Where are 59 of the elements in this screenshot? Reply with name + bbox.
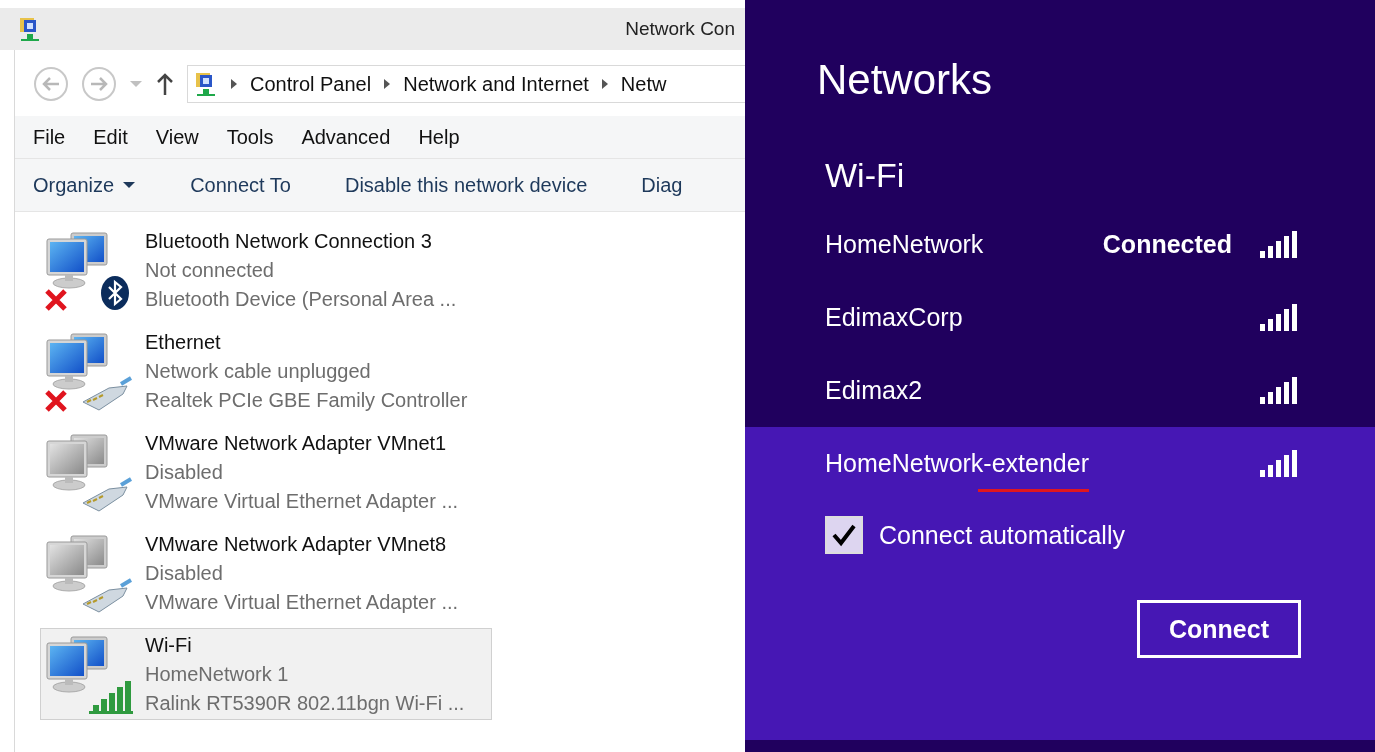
menu-item[interactable]: View <box>141 125 213 149</box>
network-name: HomeNetwork-extender <box>825 449 1089 478</box>
panel-title: Networks <box>817 56 994 105</box>
network-name: Edimax2 <box>825 376 923 405</box>
checkbox-label: Connect automatically <box>879 520 1125 550</box>
breadcrumb[interactable]: Network and Internet <box>403 72 589 96</box>
menu-item[interactable]: Help <box>404 125 474 149</box>
menu-item[interactable]: Edit <box>79 125 142 149</box>
adapter-device: VMware Virtual Ethernet Adapter ... <box>145 489 459 514</box>
adapter-device: Ralink RT5390R 802.11bgn Wi-Fi ... <box>145 691 465 716</box>
adapter-name: Bluetooth Network Connection 3 <box>145 229 433 254</box>
chevron-icon[interactable] <box>383 78 392 90</box>
adapter-device: Realtek PCIe GBE Family Controller <box>145 388 468 413</box>
toolbar-button[interactable]: Disable this network device <box>344 173 588 197</box>
window-title: Network Con <box>625 18 735 40</box>
toolbar-button[interactable]: Connect To <box>190 173 291 197</box>
up-arrow-icon[interactable] <box>155 72 175 96</box>
adapter-status: Network cable unplugged <box>145 359 372 384</box>
breadcrumb[interactable]: Control Panel <box>250 72 372 96</box>
network-item[interactable]: HomeNetwork-extender Connect automatically Connect <box>745 427 1375 740</box>
connection-status: Connected <box>1102 230 1232 259</box>
address-bar[interactable]: Control Panel Network and Internet Netw <box>187 65 745 103</box>
signal-icon <box>1260 231 1297 258</box>
toolbar-button[interactable]: Diag <box>641 173 683 197</box>
chevron-icon[interactable] <box>230 78 238 90</box>
adapter-device: VMware Virtual Ethernet Adapter ... <box>145 590 459 615</box>
checkbox[interactable] <box>825 516 863 554</box>
location-icon <box>194 71 218 97</box>
connect-button[interactable]: Connect <box>1137 600 1301 658</box>
adapter-device: Bluetooth Device (Personal Area ... <box>145 287 457 312</box>
network-item[interactable]: EdimaxCorp <box>745 281 1375 354</box>
chevron-icon[interactable] <box>600 78 609 90</box>
caret-icon <box>122 180 137 190</box>
adapter-name: VMware Network Adapter VMnet8 <box>145 532 448 557</box>
checkmark-icon <box>831 523 857 547</box>
adapter-name: VMware Network Adapter VMnet1 <box>145 431 448 456</box>
adapter-status: Not connected <box>145 258 275 283</box>
adapter-item[interactable]: Ethernet Network cable unplugged Realtek PCIe GBE Family Controller <box>40 325 492 417</box>
adapter-item[interactable]: Bluetooth Network Connection 3 Not connected Bluetooth Device (Personal Area ... <box>40 224 492 316</box>
toolbar-button[interactable]: Organize <box>33 173 137 197</box>
adapter-name: Wi-Fi <box>145 633 193 658</box>
menu-item[interactable]: File <box>19 125 80 149</box>
adapter-status: HomeNetwork 1 <box>145 662 290 687</box>
signal-icon <box>1260 304 1297 331</box>
adapter-status: Disabled <box>145 561 224 586</box>
breadcrumb[interactable]: Netw <box>620 72 667 96</box>
signal-icon <box>1260 450 1297 477</box>
network-item[interactable]: Edimax2 <box>745 354 1375 427</box>
menu-item[interactable]: Advanced <box>287 125 405 149</box>
adapter-status: Disabled <box>145 460 224 485</box>
app-icon <box>18 16 42 42</box>
network-name: HomeNetwork <box>825 230 984 259</box>
adapter-item[interactable]: Wi-Fi HomeNetwork 1 Ralink RT5390R 802.11bgn Wi-Fi ... <box>40 628 492 720</box>
network-item[interactable]: HomeNetwork Connected <box>745 208 1375 281</box>
signal-icon <box>1260 377 1297 404</box>
network-name: EdimaxCorp <box>825 303 963 332</box>
adapter-name: Ethernet <box>145 330 222 355</box>
section-heading: Wi-Fi <box>825 156 906 196</box>
menu-item[interactable]: Tools <box>212 125 288 149</box>
